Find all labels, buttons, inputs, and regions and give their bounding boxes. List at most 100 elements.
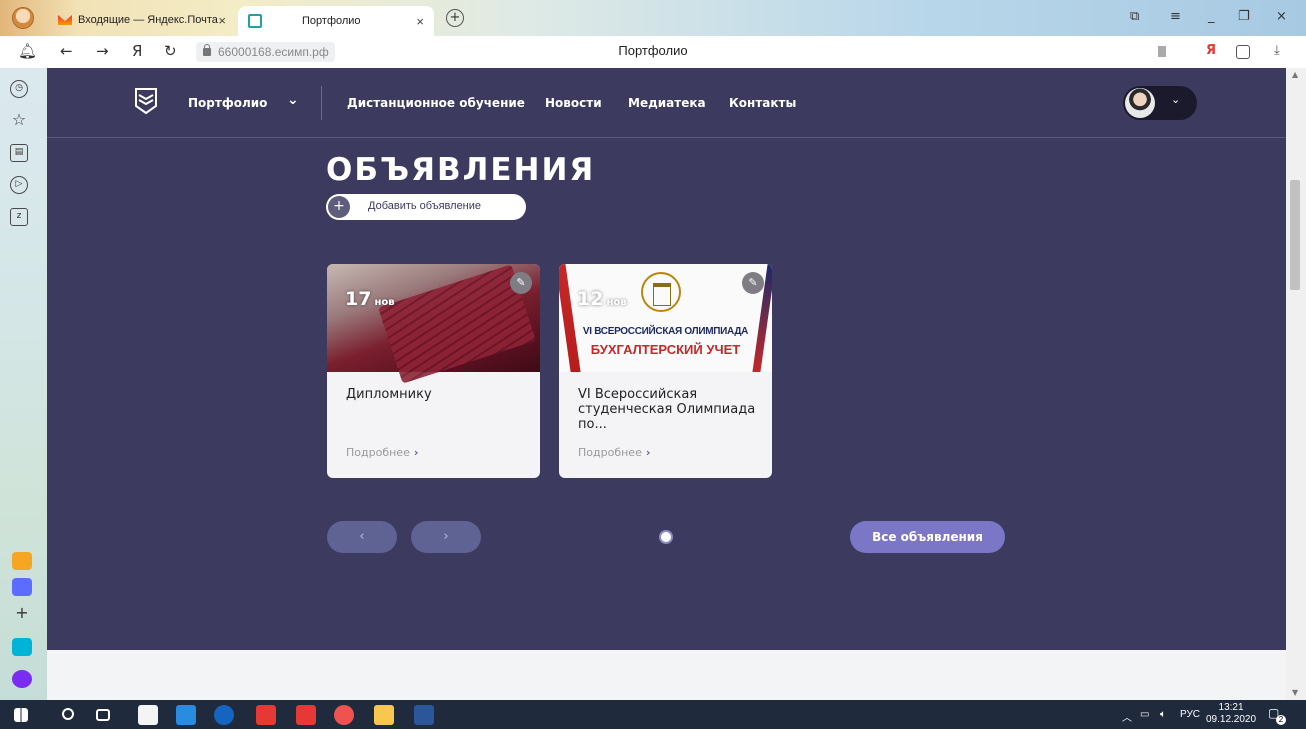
banner-subtitle: БУХГАЛТЕРСКИЙ УЧЕТ — [590, 342, 741, 357]
word-icon[interactable] — [414, 705, 434, 725]
address-bar: 🔔︎ ← → Я ↻ 66000168.есимп.рф Портфолио Я… — [0, 36, 1306, 68]
tray-chevron-icon[interactable]: ︿ — [1122, 709, 1132, 724]
clock-date: 09.12.2020 — [1206, 714, 1257, 725]
bookmark-icon[interactable] — [1158, 46, 1166, 57]
add-announcement-button[interactable]: + Добавить объявление — [326, 194, 526, 220]
messenger-app-icon[interactable] — [12, 578, 32, 596]
edge-icon[interactable] — [214, 705, 234, 725]
store-icon[interactable] — [138, 705, 158, 725]
date-month: нов — [606, 297, 627, 308]
telemost-app-icon[interactable] — [12, 638, 32, 656]
tab-label: Входящие — Яндекс.Почта — [78, 14, 218, 26]
announcement-card[interactable]: 17 нов ✎ Дипломнику Подробнее › — [327, 264, 540, 478]
scales-emblem-icon — [641, 272, 681, 312]
section-title: ОБЪЯВЛЕНИЯ — [326, 152, 596, 188]
tab-label: Портфолио — [302, 15, 361, 27]
site-header: Портфолио ⌄ Дистанционное обучение Новос… — [47, 68, 1286, 138]
language-indicator[interactable]: РУС — [1180, 709, 1200, 720]
carousel-prev-button[interactable]: ‹ — [327, 521, 397, 553]
favorites-icon[interactable]: ☆ — [10, 112, 28, 130]
tab-close-icon[interactable]: × — [218, 13, 226, 28]
site-logo-icon[interactable] — [133, 86, 159, 116]
page-title: Портфолио — [618, 43, 688, 58]
mail-favicon-icon — [58, 15, 72, 25]
explorer-icon[interactable] — [374, 705, 394, 725]
nav-portfolio[interactable]: Портфолио — [188, 96, 267, 110]
date-day: 17 — [345, 288, 372, 310]
carousel-dot-active[interactable] — [661, 532, 671, 542]
plus-icon: + — [328, 196, 350, 218]
chevron-right-icon: › — [645, 446, 651, 459]
card-title[interactable]: Дипломнику — [346, 387, 526, 402]
tab-portfolio[interactable]: Портфолио × — [238, 6, 434, 36]
chevron-down-icon: ⌄ — [1171, 93, 1181, 106]
tab-close-icon[interactable]: × — [416, 14, 424, 29]
diploma-photo — [327, 264, 540, 372]
scroll-down-icon[interactable]: ▼ — [1292, 688, 1298, 697]
nav-news[interactable]: Новости — [545, 96, 602, 110]
edit-pencil-icon[interactable]: ✎ — [742, 272, 764, 294]
download-icon[interactable]: ⤓ — [1274, 43, 1280, 58]
nav-contacts[interactable]: Контакты — [729, 96, 796, 110]
clock-time: 13:21 — [1218, 702, 1244, 713]
scroll-up-icon[interactable]: ▲ — [1292, 70, 1298, 79]
yandex-icon[interactable]: Я — [1206, 43, 1216, 58]
banner-text: VI ВСЕРОССИЙСКАЯ ОЛИМПИАДА — [582, 326, 749, 337]
read-more-link[interactable]: Подробнее › — [578, 446, 650, 459]
yandex-browser-icon[interactable] — [296, 705, 316, 725]
add-app-icon[interactable]: + — [12, 604, 32, 622]
chevron-right-icon: › — [413, 446, 419, 459]
restore-button[interactable]: ❐ — [1238, 9, 1250, 24]
carousel-next-button[interactable]: › — [411, 521, 481, 553]
zen-icon[interactable]: z — [10, 208, 28, 226]
portfolio-favicon-icon — [248, 14, 262, 28]
page-scrollbar[interactable]: ▲ ▼ — [1286, 68, 1306, 700]
windows-taskbar: ︿ ▭ 🔈︎ РУС 13:21 09.12.2020 ▢ 2 — [0, 700, 1306, 729]
card-date: 17 нов — [345, 288, 395, 310]
page-footer-area — [47, 650, 1286, 700]
minimize-button[interactable]: _ — [1208, 9, 1215, 24]
network-icon[interactable]: ▭ — [1140, 709, 1149, 720]
extensions-icon[interactable] — [1236, 45, 1250, 59]
chevron-down-icon[interactable]: ⌄ — [287, 92, 299, 108]
profile-avatar-icon[interactable] — [12, 7, 34, 29]
search-icon[interactable] — [62, 708, 74, 720]
card-title[interactable]: VI Всероссийская студенческая Олимпиада … — [578, 387, 758, 432]
scroll-thumb[interactable] — [1290, 180, 1300, 290]
mail-app-icon[interactable] — [12, 552, 32, 570]
close-window-button[interactable]: × — [1276, 9, 1287, 24]
collections-icon[interactable]: ▤ — [10, 144, 28, 162]
add-announcement-label: Добавить объявление — [368, 200, 482, 212]
yandex-icon[interactable] — [256, 705, 276, 725]
olympiad-banner: VI ВСЕРОССИЙСКАЯ ОЛИМПИАДА БУХГАЛТЕРСКИЙ… — [559, 264, 772, 372]
site-page: Портфолио ⌄ Дистанционное обучение Новос… — [47, 68, 1286, 650]
nav-media[interactable]: Медиатека — [628, 96, 706, 110]
user-menu[interactable]: ⌄ — [1123, 86, 1197, 120]
edit-pencil-icon[interactable]: ✎ — [510, 272, 532, 294]
browser-titlebar: Входящие — Яндекс.Почта × Портфолио × + … — [0, 0, 1306, 36]
mail-icon[interactable] — [176, 705, 196, 725]
menu-icon[interactable]: ≡ — [1170, 9, 1181, 24]
tab-yandex-mail[interactable]: Входящие — Яндекс.Почта × — [50, 6, 236, 34]
tabs-icon[interactable]: ⧉ — [1130, 9, 1139, 24]
announcement-card[interactable]: VI ВСЕРОССИЙСКАЯ ОЛИМПИАДА БУХГАЛТЕРСКИЙ… — [559, 264, 772, 478]
new-tab-button[interactable]: + — [446, 9, 464, 27]
read-more-label: Подробнее — [578, 446, 642, 459]
read-more-link[interactable]: Подробнее › — [346, 446, 418, 459]
volume-icon[interactable]: 🔈︎ — [1160, 709, 1166, 720]
all-announcements-button[interactable]: Все объявления — [850, 521, 1005, 553]
read-more-label: Подробнее — [346, 446, 410, 459]
history-icon[interactable]: ◷ — [10, 80, 28, 98]
video-icon[interactable]: ▷ — [10, 176, 28, 194]
date-day: 12 — [577, 288, 604, 310]
task-view-icon[interactable] — [96, 709, 110, 721]
notification-count-badge: 2 — [1276, 715, 1286, 725]
alice-app-icon[interactable] — [12, 670, 32, 688]
start-icon[interactable] — [14, 708, 28, 722]
yandex-other-icon[interactable] — [334, 705, 354, 725]
clock[interactable]: 13:21 09.12.2020 — [1206, 702, 1256, 726]
avatar — [1125, 88, 1155, 118]
card-date: 12 нов — [577, 288, 627, 310]
nav-divider — [321, 86, 322, 120]
nav-distance-learning[interactable]: Дистанционное обучение — [347, 96, 525, 110]
